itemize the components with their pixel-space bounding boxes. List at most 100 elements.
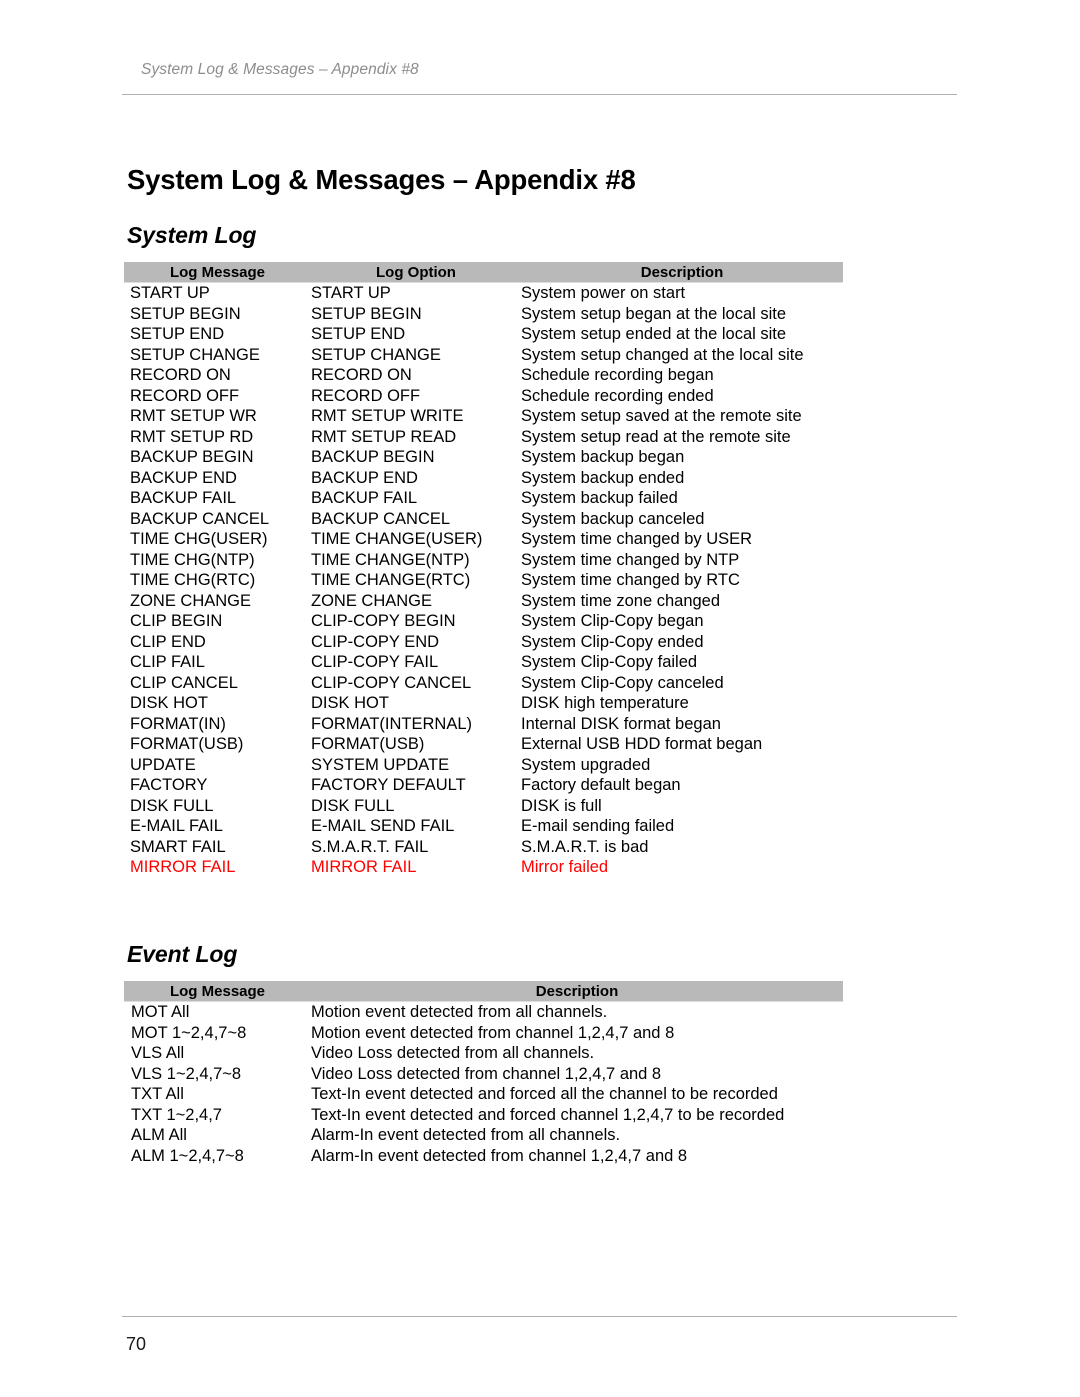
running-head: System Log & Messages – Appendix #8 [141,61,419,78]
table-row: CLIP BEGIN CLIP-COPY BEGIN System Clip-Cop… [124,611,843,632]
table-row: TXT 1~2,4,7 Text-In event detected and fo… [124,1105,843,1126]
cell-message: CLIP BEGIN [130,612,223,630]
table-row: SETUP END SETUP END System setup ended at … [124,324,843,345]
cell-message: E-MAIL FAIL [130,817,223,835]
cell-message: MOT 1~2,4,7~8 [131,1023,247,1042]
cell-description: System setup changed at the local site [521,345,804,364]
system-log-table: Log Message Log Option Description START… [124,262,843,878]
cell-description: System time changed by NTP [521,550,740,569]
column-header-log-message: Log Message [169,264,266,281]
cell-message: VLS 1~2,4,7~8 [131,1064,242,1083]
table-row: BACKUP FAIL BACKUP FAIL System backup fail… [124,488,843,509]
cell-option: MIRROR FAIL [311,858,417,876]
cell-description: Alarm-In event detected from all channel… [311,1126,621,1144]
cell-option: TIME CHANGE(NTP) [311,550,470,569]
table-row: VLS 1~2,4,7~8 Video Loss detected from ch… [124,1064,843,1085]
cell-message: START UP [130,284,210,302]
cell-description: System setup saved at the remote site [521,407,802,425]
event-log-table-body: MOT All Motion event detected from all ch… [124,1002,843,1166]
cell-description: System time changed by RTC [521,571,740,589]
cell-option: SETUP END [311,325,406,343]
cell-message: BACKUP END [130,468,237,487]
cell-description: E-mail sending failed [521,817,675,835]
table-row: SETUP CHANGE SETUP CHANGE System setup cha… [124,345,843,366]
cell-option: CLIP-COPY BEGIN [311,612,456,630]
cell-description: System Clip-Copy began [521,612,704,630]
cell-option: START UP [311,284,391,302]
cell-description: System setup read at the remote site [521,427,791,446]
table-row: CLIP FAIL CLIP-COPY FAIL System Clip-Copy … [124,652,843,673]
cell-message: VLS All [131,1044,185,1062]
column-header-log-option: Log Option [376,264,456,281]
cell-option: RECORD OFF [311,386,421,405]
table-row: START UP START UP System power on start [124,283,843,304]
cell-description: System setup ended at the local site [521,325,787,343]
cell-message: BACKUP FAIL [130,489,237,507]
cell-message: FACTORY [130,776,208,794]
table-row: TIME CHG(RTC) TIME CHANGE(RTC) System time… [124,570,843,591]
cell-description: Text-In event detected and forced channe… [311,1105,785,1124]
table-row: VLS All Video Loss detected from all chan… [124,1043,843,1064]
cell-message: CLIP CANCEL [130,673,238,692]
cell-message: CLIP END [130,632,206,651]
cell-description: System power on start [521,284,686,302]
cell-option: BACKUP FAIL [311,489,418,507]
table-row: SMART FAIL S.M.A.R.T. FAIL S.M.A.R.T. is b… [124,837,843,858]
cell-message: DISK HOT [130,694,208,712]
cell-option: S.M.A.R.T. FAIL [311,837,429,856]
cell-option: BACKUP END [311,468,418,487]
cell-description: Schedule recording began [521,366,714,384]
cell-option: BACKUP BEGIN [311,448,435,466]
table-row: MOT 1~2,4,7~8 Motion event detected from … [124,1023,843,1044]
cell-description: Internal DISK format began [521,714,721,733]
cell-message: DISK FULL [130,796,214,815]
cell-option: DISK FULL [311,796,395,815]
cell-description: Video Loss detected from channel 1,2,4,7… [311,1064,662,1083]
cell-description: System time zone changed [521,591,721,610]
cell-message: ZONE CHANGE [130,591,252,610]
page-title: System Log & Messages – Appendix #8 [127,164,636,196]
page-number: 70 [126,1334,147,1354]
cell-message: CLIP FAIL [130,653,205,671]
cell-option: E-MAIL SEND FAIL [311,817,455,835]
cell-option: TIME CHANGE(USER) [311,530,483,548]
cell-description: External USB HDD format began [521,735,763,753]
column-header-description: Description [640,264,724,281]
cell-description: Video Loss detected from all channels. [311,1044,595,1062]
cell-option: SYSTEM UPDATE [311,755,450,774]
table-row: TIME CHG(USER) TIME CHANGE(USER) System ti… [124,529,843,550]
cell-message: FORMAT(IN) [130,714,226,733]
cell-option: RECORD ON [311,366,412,384]
table-row: ZONE CHANGE ZONE CHANGE System time zone c… [124,591,843,612]
system-log-table-header-row: Log Message Log Option Description [124,262,843,283]
table-row: MIRROR FAIL MIRROR FAIL Mirror failed [124,857,843,878]
table-row: RECORD OFF RECORD OFF Schedule recording e… [124,386,843,407]
cell-message: MIRROR FAIL [130,858,236,876]
table-row: DISK FULL DISK FULL DISK is full [124,796,843,817]
cell-message: RMT SETUP WR [130,407,257,425]
column-header-log-message: Log Message [169,983,266,1000]
cell-message: ALM All [131,1126,187,1144]
system-log-table-body: START UP START UP System power on start SET… [124,283,843,878]
cell-option: FACTORY DEFAULT [311,776,466,794]
cell-message: SETUP CHANGE [130,345,260,364]
event-log-table: Log Message Description MOT All Motion ev… [124,981,843,1166]
cell-message: SETUP BEGIN [130,304,241,323]
cell-description: System Clip-Copy failed [521,653,698,671]
cell-message: TXT 1~2,4,7 [131,1105,222,1124]
cell-description: S.M.A.R.T. is bad [521,837,649,856]
cell-message: TIME CHG(USER) [130,530,268,548]
cell-description: System backup canceled [521,509,705,528]
cell-option: RMT SETUP READ [311,427,457,446]
cell-description: DISK high temperature [521,694,689,712]
document-page: System Log & Messages – Appendix #8 Syst… [0,0,1080,1397]
table-row: BACKUP END BACKUP END System backup ended [124,468,843,489]
cell-description: Motion event detected from all channels. [311,1003,608,1021]
cell-description: Alarm-In event detected from channel 1,2… [311,1146,688,1165]
table-row: FORMAT(IN) FORMAT(INTERNAL) Internal DISK … [124,714,843,735]
cell-description: System backup failed [521,489,678,507]
table-row: BACKUP CANCEL BACKUP CANCEL System backup … [124,509,843,530]
table-row: TIME CHG(NTP) TIME CHANGE(NTP) System time… [124,550,843,571]
cell-option: CLIP-COPY CANCEL [311,673,472,692]
cell-message: ALM 1~2,4,7~8 [131,1146,244,1165]
